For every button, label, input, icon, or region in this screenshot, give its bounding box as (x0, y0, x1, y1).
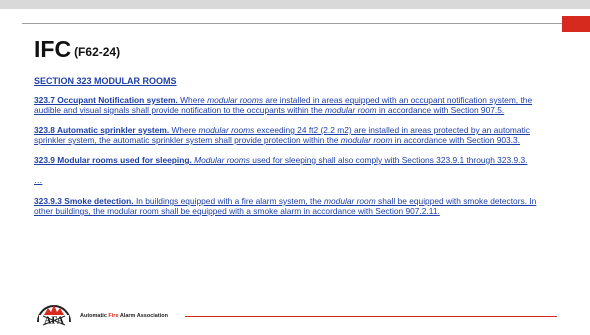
accent-tab (562, 16, 590, 32)
title-text: IFC (34, 36, 72, 62)
italic-term: modular room (324, 196, 376, 206)
org-prefix: Automatic (80, 313, 109, 319)
text-run: Where (169, 125, 199, 135)
top-band (0, 0, 590, 9)
text-run: Where (177, 95, 208, 105)
italic-term: modular rooms (198, 125, 255, 135)
footer-divider (185, 316, 557, 317)
slide-body: SECTION 323 MODULAR ROOMS 323.7 Occupant… (34, 76, 552, 226)
italic-term: modular room (324, 105, 377, 115)
paragraph-323-8: 323.8 Automatic sprinkler system. Where … (34, 125, 552, 145)
italic-term: modular rooms (207, 95, 264, 105)
org-suffix: Alarm Association (118, 313, 168, 319)
paragraph-323-9: 323.9 Modular rooms used for sleeping. M… (34, 155, 552, 165)
text-run: used for sleeping shall also comply with… (249, 155, 528, 165)
org-fire-word: Fire (108, 313, 119, 319)
section-number: 323.9 Modular rooms used for sleeping. (34, 155, 192, 165)
section-number: 323.9.3 Smoke detection. (34, 196, 134, 206)
text-run: in accordance with Section 907.5. (376, 105, 505, 115)
footer-org-name: Automatic Fire Alarm Association (80, 313, 168, 319)
italic-term: modular room (340, 135, 393, 145)
omission-ellipsis: … (34, 175, 43, 185)
italic-term: Modular rooms (194, 155, 250, 165)
proposal-code: (F62-24) (74, 45, 121, 59)
header-divider (22, 23, 562, 24)
text-run: In buildings equipped with a fire alarm … (133, 196, 325, 206)
paragraph-323-9-3: 323.9.3 Smoke detection. In buildings eq… (34, 196, 552, 216)
section-heading: SECTION 323 MODULAR ROOMS (34, 76, 177, 86)
afaa-logo: AFA (37, 305, 71, 326)
section-number: 323.7 Occupant Notification system. (34, 95, 178, 105)
text-run: in accordance with Section 903.3. (392, 135, 520, 145)
section-number: 323.8 Automatic sprinkler system. (34, 125, 170, 135)
slide-title: IFC (F62-24) (34, 36, 120, 63)
paragraph-323-7: 323.7 Occupant Notification system. Wher… (34, 95, 552, 115)
